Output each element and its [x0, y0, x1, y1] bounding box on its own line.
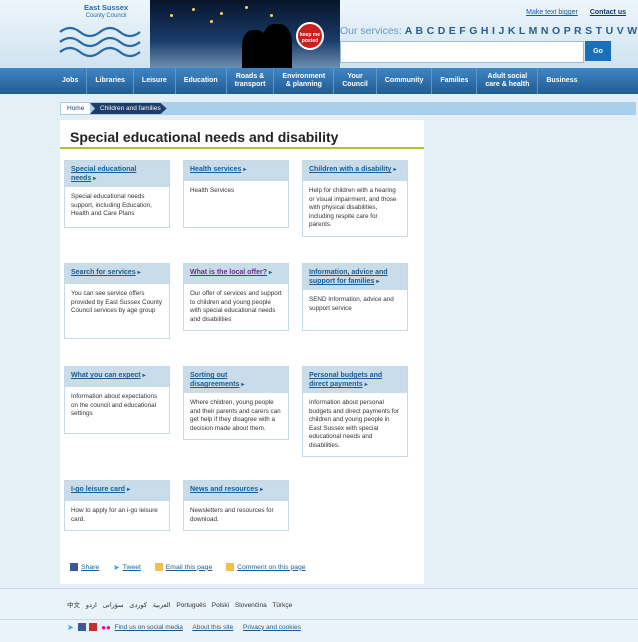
main-content: Special educational needs and disability…: [60, 120, 424, 584]
text-size-link[interactable]: Make text bigger: [526, 9, 578, 16]
card-health-services: Health services ▸ Health Services: [183, 160, 289, 228]
nav-your-council[interactable]: Your Council: [334, 68, 377, 94]
chevron-right-icon: ▸: [393, 167, 397, 173]
breadcrumb-current[interactable]: Children and families: [90, 103, 167, 114]
facebook-icon: [70, 563, 78, 571]
top-links: Make text bigger Contact us: [516, 9, 626, 16]
title-divider: [60, 147, 424, 149]
site-header: East Sussex County Council keep me poste…: [0, 0, 638, 68]
email-icon: [154, 563, 163, 571]
nav-leisure[interactable]: Leisure: [134, 68, 176, 94]
card-description: Our offer of services and support to chi…: [190, 290, 282, 323]
card-description: You can see service offers provided by E…: [71, 290, 163, 314]
site-footer: 中文 العربية کوردی سۆرانی اردو Português P…: [0, 588, 638, 642]
card-title-link[interactable]: Personal budgets and direct payments: [309, 372, 382, 388]
card-children-disability: Children with a disability ▸ Help for chi…: [302, 160, 408, 237]
contact-us-link[interactable]: Contact us: [590, 9, 626, 16]
card-igo-leisure-card: I-go leisure card ▸ How to apply for an i…: [64, 480, 170, 531]
card-title-link[interactable]: Search for services: [71, 269, 136, 276]
nav-jobs[interactable]: Jobs: [54, 68, 88, 94]
card-title-link[interactable]: News and resources: [190, 486, 258, 493]
search-input[interactable]: [340, 41, 584, 63]
nav-families[interactable]: Families: [432, 68, 478, 94]
card-information-advice: Information, advice and support for fami…: [302, 263, 408, 331]
twitter-icon[interactable]: ➤: [67, 623, 74, 632]
card-description: Information about personal budgets and d…: [309, 399, 399, 449]
chevron-right-icon: ▸: [260, 487, 264, 493]
card-local-offer: What is the local offer? ▸ Our offer of s…: [183, 263, 289, 331]
chevron-right-icon: ▸: [364, 382, 368, 388]
nav-environment-planning[interactable]: Environment & planning: [274, 68, 335, 94]
card-description: Help for children with a hearing or visu…: [309, 187, 397, 228]
footer-links: ➤ ●● Find us on social media About this …: [67, 623, 309, 632]
chevron-right-icon: ▸: [243, 167, 247, 173]
card-title-link[interactable]: What you can expect: [71, 372, 141, 379]
chevron-right-icon: ▸: [241, 382, 245, 388]
site-logo[interactable]: East Sussex County Council: [58, 4, 148, 64]
nav-community[interactable]: Community: [377, 68, 433, 94]
card-news-resources: News and resources ▸ Newsletters and reso…: [183, 480, 289, 531]
keep-me-posted-sign[interactable]: keep me posted: [296, 22, 324, 50]
card-title-link[interactable]: Health services: [190, 166, 241, 173]
logo-line1: East Sussex: [84, 3, 129, 12]
card-personal-budgets: Personal budgets and direct payments ▸ In…: [302, 366, 408, 457]
card-title-link[interactable]: Children with a disability: [309, 166, 391, 173]
social-media-link[interactable]: Find us on social media: [115, 624, 183, 631]
card-description: Health Services: [190, 187, 235, 194]
privacy-link[interactable]: Privacy and cookies: [243, 624, 301, 631]
waves-logo-icon: [59, 26, 141, 58]
card-description: Where children, young people and their p…: [190, 399, 281, 432]
email-page-link[interactable]: Email this page: [166, 564, 212, 571]
footer-divider: [0, 619, 638, 620]
card-title-link[interactable]: I-go leisure card: [71, 486, 125, 493]
share-bar: Share ➤ Tweet Email this page Comment on …: [70, 563, 318, 572]
card-title-link[interactable]: Sorting out disagreements: [190, 372, 239, 388]
nav-business[interactable]: Business: [538, 68, 585, 94]
nav-adult-social-care[interactable]: Adult social care & health: [477, 68, 539, 94]
breadcrumb: Home Children and families: [60, 102, 636, 115]
page-title: Special educational needs and disability: [70, 129, 339, 145]
card-special-educational-needs: Special educational needs ▸ Special educa…: [64, 160, 170, 228]
card-description: SEND Information, advice and support ser…: [309, 296, 394, 312]
twitter-icon: ➤: [113, 563, 120, 572]
youtube-icon[interactable]: [89, 623, 98, 631]
tweet-link[interactable]: Tweet: [123, 564, 141, 571]
chevron-right-icon: ▸: [127, 487, 131, 493]
chevron-right-icon: ▸: [93, 176, 97, 182]
logo-line2: County Council: [85, 13, 127, 19]
card-description: Special educational needs support, inclu…: [71, 193, 152, 217]
about-site-link[interactable]: About this site: [192, 624, 233, 631]
main-nav: Jobs Libraries Leisure Education Roads &…: [0, 68, 638, 94]
services-label: Our services:: [340, 25, 402, 37]
flickr-icon[interactable]: ●●: [101, 623, 111, 632]
search-go-button[interactable]: Go: [585, 41, 611, 61]
share-link[interactable]: Share: [81, 564, 99, 571]
nav-libraries[interactable]: Libraries: [87, 68, 134, 94]
card-title-link[interactable]: What is the local offer?: [190, 269, 267, 276]
facebook-icon[interactable]: [77, 623, 86, 631]
services-az: Our services: A B C D E F G H I J K L M …: [340, 25, 638, 37]
card-description: Information about expectations on the co…: [71, 393, 158, 417]
card-search-for-services: Search for services ▸ You can see service…: [64, 263, 170, 339]
chevron-right-icon: ▸: [142, 373, 146, 379]
card-sorting-out-disagreements: Sorting out disagreements ▸ Where childre…: [183, 366, 289, 440]
logo-text: East Sussex County Council: [84, 4, 128, 20]
header-banner-image: keep me posted: [150, 0, 340, 68]
services-letters[interactable]: A B C D E F G H I J K L M N O P R S T U …: [405, 25, 638, 37]
card-description: Newsletters and resources for download.: [190, 507, 274, 523]
comment-link[interactable]: Comment on this page: [237, 564, 305, 571]
card-what-you-can-expect: What you can expect ▸ Information about e…: [64, 366, 170, 434]
nav-education[interactable]: Education: [176, 68, 227, 94]
nav-roads-transport[interactable]: Roads & transport: [227, 68, 275, 94]
language-links[interactable]: 中文 العربية کوردی سۆرانی اردو Português P…: [67, 599, 292, 609]
chevron-right-icon: ▸: [376, 279, 380, 285]
comment-icon: [226, 563, 235, 571]
breadcrumb-home[interactable]: Home: [61, 103, 91, 114]
card-title-link[interactable]: Special educational needs: [71, 166, 136, 182]
chevron-right-icon: ▸: [269, 270, 273, 276]
chevron-right-icon: ▸: [137, 270, 141, 276]
card-description: How to apply for an i-go leisure card.: [71, 507, 158, 523]
